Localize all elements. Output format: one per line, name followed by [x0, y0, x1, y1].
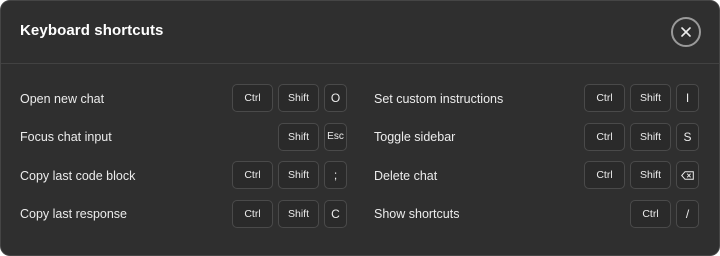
shortcut-row-set-custom-instructions: Set custom instructions Ctrl Shift I — [374, 84, 704, 113]
shortcut-label: Toggle sidebar — [374, 130, 456, 144]
shortcut-keys: Ctrl Shift; — [232, 161, 347, 190]
key-ctrl: Ctrl — [630, 199, 671, 228]
backspace-icon — [681, 170, 694, 180]
shortcut-label: Show shortcuts — [374, 207, 460, 221]
shortcuts-column-right: Set custom instructions Ctrl Shift I Toggle … — [374, 84, 704, 238]
close-button[interactable] — [671, 17, 701, 47]
shortcuts-column-left: Open new chat Ctrl Shift O Focus chat input S… — [20, 84, 350, 238]
shortcut-row-copy-last-code-block: Copy last code block Ctrl Shift; — [20, 161, 350, 190]
shortcut-keys: Shift Esc — [278, 122, 347, 152]
key-esc: Esc — [324, 122, 347, 151]
close-icon — [681, 27, 691, 37]
dialog-title: Keyboard shortcuts — [20, 22, 164, 39]
shortcut-keys: Ctrl Shift — [584, 161, 699, 190]
key-ctrl: Ctrl — [584, 122, 625, 151]
shortcut-label: Focus chat input — [20, 130, 112, 144]
shortcut-label: Open new chat — [20, 91, 105, 106]
shortcut-label: Copy last code block — [20, 168, 136, 183]
key-o: O — [324, 84, 347, 112]
key-shift: Shift — [278, 122, 319, 151]
key-backspace — [676, 161, 699, 189]
shortcut-row-delete-chat: Delete chat Ctrl Shift — [374, 161, 704, 190]
key-semicolon: ; — [324, 161, 347, 189]
key-i: I — [676, 84, 699, 112]
key-slash: / — [676, 199, 699, 228]
key-ctrl: Ctrl — [232, 161, 273, 189]
shortcut-keys: Ctrl Shift O — [232, 84, 347, 113]
shortcut-row-toggle-sidebar: Toggle sidebar Ctrl Shift S — [374, 122, 704, 152]
key-ctrl: Ctrl — [584, 161, 625, 189]
key-ctrl: Ctrl — [232, 199, 273, 228]
keyboard-shortcuts-dialog: Keyboard shortcuts Open new chat Ctrl Shif… — [0, 0, 720, 256]
shortcut-label: Delete chat — [374, 168, 438, 183]
key-shift: Shift — [278, 161, 319, 189]
key-shift: Shift — [630, 122, 671, 151]
dialog-header: Keyboard shortcuts — [1, 1, 719, 64]
key-shift: Shift — [630, 161, 671, 189]
shortcut-row-focus-chat-input: Focus chat input Shift Esc — [20, 122, 350, 152]
key-ctrl: Ctrl — [232, 84, 273, 112]
shortcut-keys: Ctrl Shift S — [584, 122, 699, 152]
key-shift: Shift — [278, 199, 319, 228]
shortcut-row-copy-last-response: Copy last response Ctrl Shift C — [20, 199, 350, 229]
shortcut-keys: Ctrl Shift C — [232, 199, 347, 229]
shortcut-row-show-shortcuts: Show shortcuts Ctrl / — [374, 199, 704, 229]
shortcut-keys: Ctrl Shift I — [584, 84, 699, 113]
key-ctrl: Ctrl — [584, 84, 625, 112]
shortcut-keys: Ctrl / — [630, 199, 699, 229]
key-shift: Shift — [278, 84, 319, 112]
shortcut-label: Copy last response — [20, 207, 128, 221]
shortcut-row-open-new-chat: Open new chat Ctrl Shift O — [20, 84, 350, 113]
key-s: S — [676, 122, 699, 151]
shortcut-label: Set custom instructions — [374, 91, 504, 106]
key-shift: Shift — [630, 84, 671, 112]
key-c: C — [324, 199, 347, 228]
